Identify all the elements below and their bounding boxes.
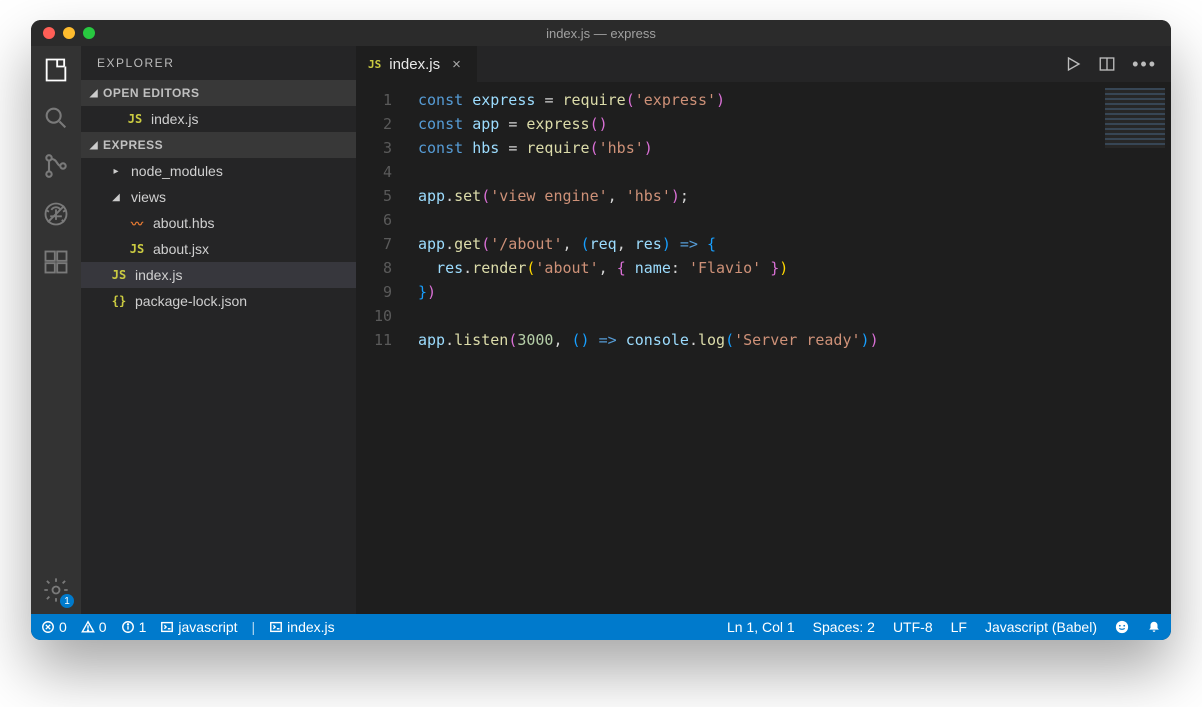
explorer-icon[interactable] xyxy=(42,56,70,84)
errors-count[interactable]: 0 xyxy=(41,619,67,635)
open-editors-header[interactable]: ◢ OPEN EDITORS xyxy=(81,80,356,106)
explorer-sidebar: EXPLORER ◢ OPEN EDITORS JS index.js ◢ EXP… xyxy=(81,46,356,614)
tab-bar: JS index.js × ••• xyxy=(356,46,1171,82)
file-name: index.js xyxy=(151,111,198,127)
workbench-body: 1 EXPLORER ◢ OPEN EDITORS JS index.js ◢ E… xyxy=(31,46,1171,614)
indentation[interactable]: Spaces: 2 xyxy=(813,619,875,635)
language-mode[interactable]: Javascript (Babel) xyxy=(985,619,1097,635)
file-name: index.js xyxy=(135,267,182,283)
info-count[interactable]: 1 xyxy=(121,619,147,635)
js-file-icon: JS xyxy=(368,58,381,71)
file-tree-item[interactable]: {} package-lock.json xyxy=(81,288,356,314)
status-bar: 0 0 1 javascript | index.js Ln 1, Col 1 … xyxy=(31,614,1171,640)
chevron-icon: ◢ xyxy=(109,192,123,203)
file-tree-item[interactable]: ◢ views xyxy=(81,184,356,210)
file-tree-item[interactable]: 〰 about.hbs xyxy=(81,210,356,236)
warnings-count[interactable]: 0 xyxy=(81,619,107,635)
code-content[interactable]: const express = require('express')const … xyxy=(408,82,1171,614)
cursor-position[interactable]: Ln 1, Col 1 xyxy=(727,619,795,635)
file-name: about.hbs xyxy=(153,215,215,231)
feedback-icon[interactable] xyxy=(1115,620,1129,634)
split-editor-icon[interactable] xyxy=(1098,55,1116,73)
more-actions-icon[interactable]: ••• xyxy=(1132,54,1157,75)
source-control-icon[interactable] xyxy=(42,152,70,180)
file-name: views xyxy=(131,189,166,205)
file-name: node_modules xyxy=(131,163,223,179)
vscode-window: index.js — express xyxy=(31,20,1171,640)
sidebar-title: EXPLORER xyxy=(81,46,356,80)
open-editor-item[interactable]: JS index.js xyxy=(81,106,356,132)
editor-group: JS index.js × ••• 1234567891011 const ex… xyxy=(356,46,1171,614)
project-label: EXPRESS xyxy=(103,138,163,152)
editor-actions: ••• xyxy=(1050,46,1171,82)
chevron-down-icon: ◢ xyxy=(87,140,101,151)
file-tree-item[interactable]: JS about.jsx xyxy=(81,236,356,262)
file-icon: 〰 xyxy=(127,215,147,232)
extensions-icon[interactable] xyxy=(42,248,70,276)
project-header[interactable]: ◢ EXPRESS xyxy=(81,132,356,158)
file-icon: JS xyxy=(109,268,129,282)
tab-index-js[interactable]: JS index.js × xyxy=(356,46,478,82)
file-name: package-lock.json xyxy=(135,293,247,309)
file-name: about.jsx xyxy=(153,241,209,257)
file-tree-item[interactable]: JS index.js xyxy=(81,262,356,288)
minimize-window-button[interactable] xyxy=(63,27,75,39)
file-icon: {} xyxy=(109,294,129,308)
file-tree-item[interactable]: ▸ node_modules xyxy=(81,158,356,184)
chevron-down-icon: ◢ xyxy=(87,88,101,99)
language-detect[interactable]: javascript xyxy=(160,619,237,635)
titlebar[interactable]: index.js — express xyxy=(31,20,1171,46)
close-window-button[interactable] xyxy=(43,27,55,39)
code-editor[interactable]: 1234567891011 const express = require('e… xyxy=(356,82,1171,614)
chevron-icon: ▸ xyxy=(109,166,123,177)
debug-icon[interactable] xyxy=(42,200,70,228)
search-icon[interactable] xyxy=(42,104,70,132)
status-file[interactable]: index.js xyxy=(269,619,334,635)
run-icon[interactable] xyxy=(1064,55,1082,73)
encoding[interactable]: UTF-8 xyxy=(893,619,933,635)
tab-label: index.js xyxy=(389,56,440,73)
minimap[interactable] xyxy=(1105,88,1165,148)
notifications-icon[interactable] xyxy=(1147,620,1161,634)
line-number-gutter: 1234567891011 xyxy=(356,82,408,614)
file-icon: JS xyxy=(125,112,145,126)
window-title: index.js — express xyxy=(31,26,1171,41)
file-icon: JS xyxy=(127,242,147,256)
settings-gear-icon[interactable]: 1 xyxy=(42,576,70,604)
eol[interactable]: LF xyxy=(951,619,967,635)
window-controls xyxy=(43,27,95,39)
close-tab-icon[interactable]: × xyxy=(448,56,465,73)
activity-bar: 1 xyxy=(31,46,81,614)
settings-badge: 1 xyxy=(60,594,74,608)
open-editors-label: OPEN EDITORS xyxy=(103,86,199,100)
maximize-window-button[interactable] xyxy=(83,27,95,39)
